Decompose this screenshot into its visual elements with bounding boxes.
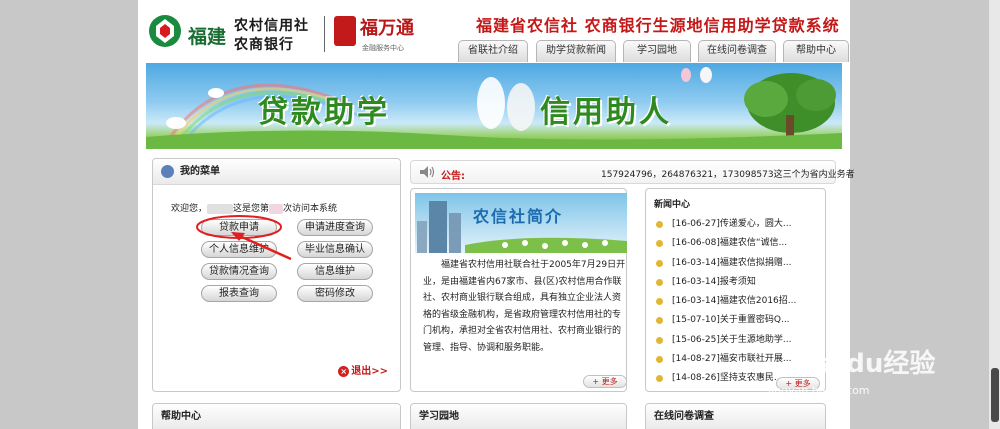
brand-name: 福万通 xyxy=(360,18,414,39)
notice-text: 157924796，264876321，173098573这三个为省内业务者 xyxy=(601,170,855,180)
intro-more-button[interactable]: + 更多 xyxy=(583,375,627,388)
news-item[interactable]: [16-03-14]报考须知 xyxy=(656,273,796,292)
highlight-annotation xyxy=(196,215,292,261)
logo-divider xyxy=(324,16,325,52)
notice-label: 公告: xyxy=(441,171,465,182)
scrollbar-track[interactable] xyxy=(989,0,1000,429)
news-item[interactable]: [14-08-27]福安市联社开展... xyxy=(656,350,796,369)
site-header: 福建 农村信用社 农商银行 福万通 金融服务中心 福建省农信社 农商银行生源地信… xyxy=(138,0,850,62)
intro-title: 农信社简介 xyxy=(473,207,564,226)
banner-scenery xyxy=(146,67,842,149)
news-item[interactable]: [15-06-25]关于生源地助学... xyxy=(656,331,796,350)
speaker-icon xyxy=(420,166,435,178)
page-container: 福建 农村信用社 农商银行 福万通 金融服务中心 福建省农信社 农商银行生源地信… xyxy=(138,0,855,429)
study-panel: 学习园地 xyxy=(410,403,627,429)
news-item[interactable]: [15-07-10]关于重置密码Q... xyxy=(656,311,796,330)
intro-banner: 农信社简介 xyxy=(415,193,627,253)
help-title: 帮助中心 xyxy=(153,404,400,429)
news-list: [16-06-27]传递爱心，圆大... [16-06-08]福建农信“诚信..… xyxy=(656,215,796,389)
logo-province: 福建 xyxy=(188,26,227,48)
scrollbar-thumb[interactable] xyxy=(991,368,999,422)
baidu-watermark: Baidu经验 xyxy=(800,349,936,379)
logout-icon: × xyxy=(338,365,350,377)
logout-label: 退出>> xyxy=(351,366,388,377)
news-item[interactable]: [16-06-27]传递爱心，圆大... xyxy=(656,215,796,234)
bank-name-line2: 农商银行 xyxy=(234,37,294,53)
bank-name-line1: 农村信用社 xyxy=(234,18,309,34)
tab-survey[interactable]: 在线问卷调查 xyxy=(698,40,776,62)
logout-link[interactable]: × 退出>> xyxy=(338,362,388,377)
brand-subtitle: 金融服务中心 xyxy=(362,44,404,52)
tab-study[interactable]: 学习园地 xyxy=(623,40,691,62)
news-panel: 新闻中心 [16-06-27]传递爱心，圆大... [16-06-08]福建农信… xyxy=(645,188,826,392)
my-menu-panel: 我的菜单 欢迎您， 这是您第 次访问本系统 贷款申请 申请进度查询 个人信息维护 毕… xyxy=(152,158,401,392)
rcc-logo-icon xyxy=(149,15,181,47)
news-item[interactable]: [16-06-08]福建农信“诚信... xyxy=(656,234,796,253)
intro-text: 福建省农村信用社联合社于2005年7月29日开业，是由福建省内67家市、县(区)… xyxy=(423,260,626,353)
hero-banner: 贷款助学 信用助人 xyxy=(146,63,842,149)
news-item[interactable]: [16-03-14]福建农信拟捐赠... xyxy=(656,254,796,273)
tab-about[interactable]: 省联社介绍 xyxy=(458,40,528,62)
tab-help[interactable]: 帮助中心 xyxy=(783,40,849,62)
news-item[interactable]: [16-03-14]福建农信2016招... xyxy=(656,292,796,311)
tab-loan-news[interactable]: 助学贷款新闻 xyxy=(536,40,616,62)
intro-panel: 农信社简介 福建省农村信用社联合社于2005年7月29日开业，是由福建省内67家… xyxy=(410,188,627,392)
news-title: 新闻中心 xyxy=(654,200,691,210)
help-panel: 帮助中心 xyxy=(152,403,401,429)
notice-bar: 公告: 157924796，264876321，173098573这三个为省内业… xyxy=(410,160,855,184)
banner-slogan-left: 贷款助学 xyxy=(258,95,390,130)
system-title: 福建省农信社 农商银行生源地信用助学贷款系统 xyxy=(476,16,840,35)
fuwantong-mark-icon xyxy=(334,16,356,46)
baidu-watermark-url: jingyan.baidu.com xyxy=(768,384,870,397)
survey-title: 在线问卷调查 xyxy=(646,404,825,429)
survey-panel: 在线问卷调查 xyxy=(645,403,826,429)
study-title: 学习园地 xyxy=(411,404,626,429)
banner-slogan-right: 信用助人 xyxy=(540,95,672,130)
